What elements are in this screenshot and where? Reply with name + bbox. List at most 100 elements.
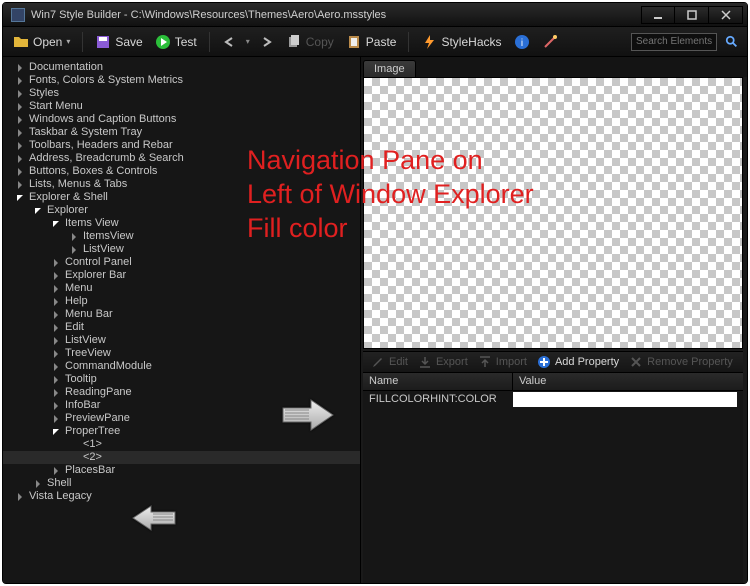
tree-item[interactable]: <1>	[3, 438, 360, 451]
tree-item[interactable]: InfoBar	[3, 399, 360, 412]
tree-item[interactable]: Documentation	[3, 61, 360, 74]
tree-item[interactable]: Shell	[3, 477, 360, 490]
image-tab[interactable]: Image	[363, 60, 416, 77]
chevron-right-icon[interactable]	[15, 76, 25, 86]
undo-button[interactable]	[218, 32, 242, 52]
tree-item[interactable]: Fonts, Colors & System Metrics	[3, 74, 360, 87]
chevron-right-icon[interactable]	[51, 349, 61, 359]
paste-button[interactable]: Paste	[342, 32, 401, 52]
tree-item[interactable]: Edit	[3, 321, 360, 334]
chevron-right-icon[interactable]	[51, 258, 61, 268]
maximize-button[interactable]	[675, 6, 709, 24]
remove-property-button[interactable]: Remove Property	[629, 355, 733, 369]
stylehacks-button[interactable]: StyleHacks	[417, 32, 505, 52]
tree-item[interactable]: <2>	[3, 451, 360, 464]
edit-button[interactable]: Edit	[371, 355, 408, 369]
info-button[interactable]: i	[510, 32, 534, 52]
right-pane: Image Edit Export	[361, 57, 747, 583]
tree-item[interactable]: Menu	[3, 282, 360, 295]
tree[interactable]: DocumentationFonts, Colors & System Metr…	[3, 61, 360, 503]
tree-item-label: Styles	[29, 87, 59, 100]
tree-item[interactable]: ReadingPane	[3, 386, 360, 399]
chevron-right-icon[interactable]	[51, 336, 61, 346]
tree-item[interactable]: Control Panel	[3, 256, 360, 269]
tree-item[interactable]: TreeView	[3, 347, 360, 360]
tree-item[interactable]: CommandModule	[3, 360, 360, 373]
tree-item[interactable]: Explorer	[3, 204, 360, 217]
tree-item[interactable]: Buttons, Boxes & Controls	[3, 165, 360, 178]
chevron-right-icon[interactable]	[51, 388, 61, 398]
tree-item[interactable]: Toolbars, Headers and Rebar	[3, 139, 360, 152]
image-preview[interactable]	[363, 77, 743, 349]
chevron-right-icon[interactable]	[15, 492, 25, 502]
tree-item[interactable]: ListView	[3, 243, 360, 256]
chevron-right-icon[interactable]	[15, 115, 25, 125]
chevron-right-icon[interactable]	[51, 362, 61, 372]
chevron-down-icon[interactable]	[15, 193, 25, 203]
tree-item[interactable]: ProperTree	[3, 425, 360, 438]
redo-button[interactable]	[254, 32, 278, 52]
tree-item[interactable]: Vista Legacy	[3, 490, 360, 503]
property-value[interactable]	[513, 392, 737, 407]
tree-item[interactable]: Menu Bar	[3, 308, 360, 321]
window-title: Win7 Style Builder - C:\Windows\Resource…	[31, 9, 386, 21]
minimize-button[interactable]	[641, 6, 675, 24]
header-name[interactable]: Name	[363, 373, 513, 390]
tree-item[interactable]: Windows and Caption Buttons	[3, 113, 360, 126]
body: DocumentationFonts, Colors & System Metr…	[3, 57, 747, 583]
tree-item[interactable]: Tooltip	[3, 373, 360, 386]
property-row[interactable]: FILLCOLORHINT:COLOR	[363, 391, 743, 409]
save-button[interactable]: Save	[91, 32, 146, 52]
chevron-right-icon[interactable]	[69, 232, 79, 242]
tree-item[interactable]: ItemsView	[3, 230, 360, 243]
chevron-down-icon[interactable]: ▾	[246, 37, 250, 46]
wand-button[interactable]	[538, 32, 562, 52]
chevron-right-icon[interactable]	[51, 401, 61, 411]
chevron-right-icon[interactable]	[15, 141, 25, 151]
chevron-right-icon[interactable]	[15, 154, 25, 164]
tree-item[interactable]: PlacesBar	[3, 464, 360, 477]
chevron-right-icon[interactable]	[15, 102, 25, 112]
chevron-right-icon[interactable]	[51, 375, 61, 385]
chevron-right-icon[interactable]	[51, 310, 61, 320]
chevron-right-icon[interactable]	[15, 167, 25, 177]
tree-item[interactable]: ListView	[3, 334, 360, 347]
chevron-right-icon[interactable]	[51, 271, 61, 281]
close-button[interactable]	[709, 6, 743, 24]
tree-item[interactable]: Taskbar & System Tray	[3, 126, 360, 139]
chevron-right-icon[interactable]	[51, 466, 61, 476]
tree-item[interactable]: Explorer Bar	[3, 269, 360, 282]
tree-item[interactable]: Help	[3, 295, 360, 308]
chevron-right-icon[interactable]	[15, 63, 25, 73]
chevron-right-icon[interactable]	[15, 89, 25, 99]
tree-item-label: CommandModule	[65, 360, 152, 373]
export-button[interactable]: Export	[418, 355, 468, 369]
search-button[interactable]	[723, 33, 741, 51]
chevron-down-icon[interactable]	[51, 219, 61, 229]
tree-item[interactable]: Explorer & Shell	[3, 191, 360, 204]
chevron-right-icon[interactable]	[15, 180, 25, 190]
chevron-right-icon[interactable]	[69, 245, 79, 255]
chevron-right-icon[interactable]	[51, 414, 61, 424]
add-property-button[interactable]: Add Property	[537, 355, 619, 369]
chevron-down-icon[interactable]	[33, 206, 43, 216]
tree-item[interactable]: Address, Breadcrumb & Search	[3, 152, 360, 165]
tree-item[interactable]: Items View	[3, 217, 360, 230]
import-button[interactable]: Import	[478, 355, 527, 369]
header-value[interactable]: Value	[513, 373, 743, 390]
open-button[interactable]: Open ▾	[9, 32, 74, 52]
search-input[interactable]	[631, 33, 717, 51]
chevron-right-icon[interactable]	[51, 284, 61, 294]
chevron-right-icon[interactable]	[15, 128, 25, 138]
tree-item-label: ListView	[83, 243, 124, 256]
chevron-right-icon[interactable]	[33, 479, 43, 489]
tree-item[interactable]: Styles	[3, 87, 360, 100]
chevron-down-icon[interactable]	[51, 427, 61, 437]
tree-item[interactable]: Start Menu	[3, 100, 360, 113]
copy-button[interactable]: Copy	[282, 32, 338, 52]
chevron-right-icon[interactable]	[51, 297, 61, 307]
tree-item[interactable]: Lists, Menus & Tabs	[3, 178, 360, 191]
tree-item[interactable]: PreviewPane	[3, 412, 360, 425]
chevron-right-icon[interactable]	[51, 323, 61, 333]
test-button[interactable]: Test	[151, 32, 201, 52]
